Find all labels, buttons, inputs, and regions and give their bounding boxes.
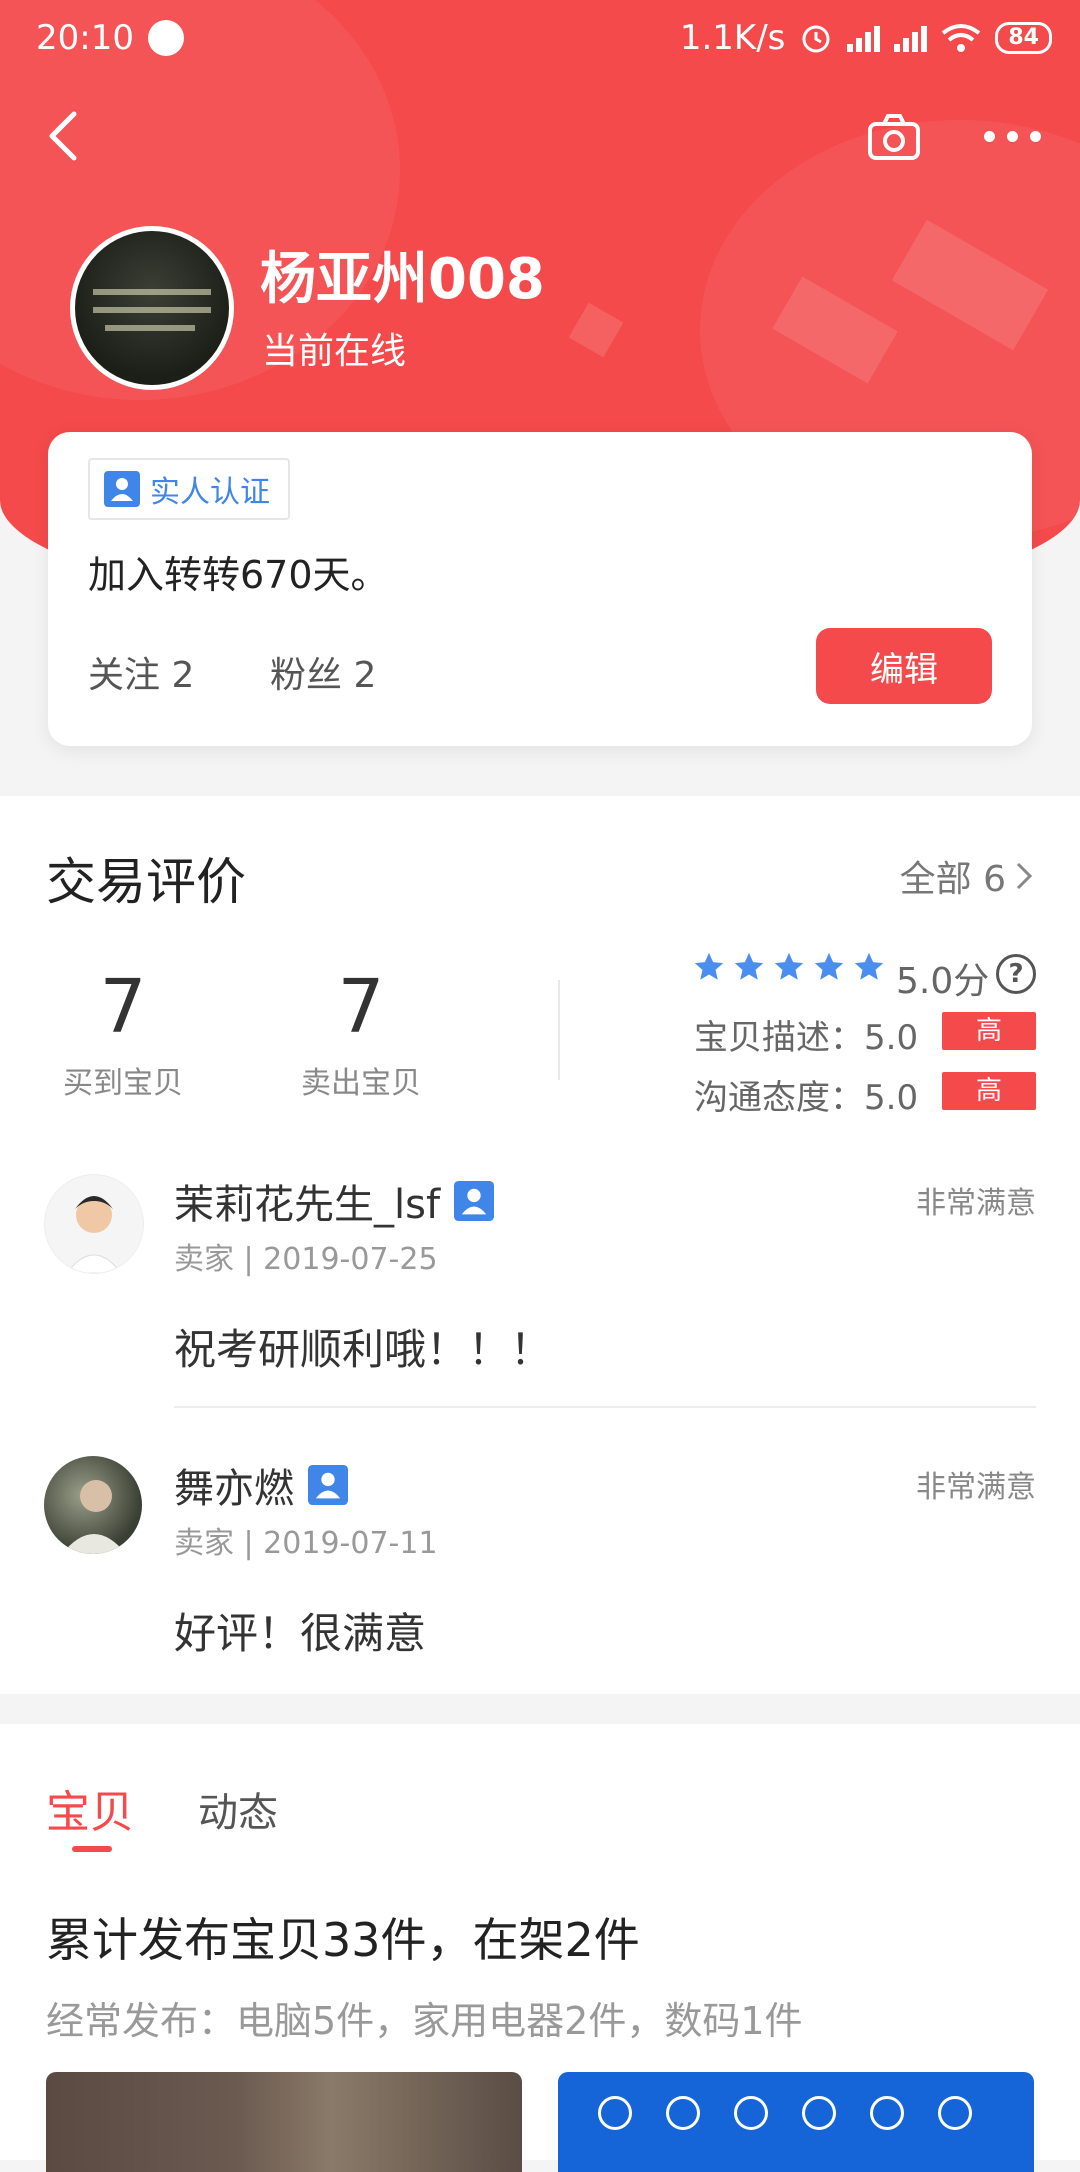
net-speed: 1.1K/s — [679, 18, 786, 58]
reviewer-avatar[interactable] — [44, 1174, 144, 1274]
bought-stat: 7 买到宝贝 — [48, 964, 198, 1102]
sold-stat: 7 卖出宝贝 — [286, 964, 436, 1102]
username: 杨亚州008 — [260, 247, 545, 312]
metric-badge: 高 — [942, 1072, 1036, 1110]
person-verified-icon — [104, 471, 140, 507]
person-verified-icon — [308, 1465, 348, 1505]
active-tab-indicator — [72, 1846, 112, 1852]
back-arrow-icon[interactable] — [40, 106, 90, 166]
sold-count: 7 — [337, 964, 385, 1050]
satisfaction-label: 非常满意 — [916, 1470, 1036, 1505]
online-status: 当前在线 — [262, 331, 407, 372]
metric-description: 宝贝描述：5.0 — [694, 1018, 919, 1058]
tab-activity[interactable]: 动态 — [198, 1780, 278, 1838]
status-time: 20:10 — [36, 18, 134, 58]
review-text: 祝考研顺利哦！！！ — [174, 1325, 553, 1374]
star-icon — [774, 952, 804, 980]
profile-card: 实人认证 加入转转670天。 关注 2 粉丝 2 编辑 — [48, 432, 1032, 746]
sold-label: 卖出宝贝 — [301, 1066, 421, 1101]
divider — [174, 1406, 1036, 1408]
more-options-icon[interactable] — [984, 116, 1050, 156]
following-count[interactable]: 关注 2 — [88, 646, 194, 698]
metric-communication: 沟通态度：5.0 — [694, 1078, 919, 1118]
reviews-section: 交易评价 全部 6 7 买到宝贝 7 卖出宝贝 5.0分 ? 宝贝描述：5.0 … — [0, 796, 1080, 1694]
rating-stars — [692, 950, 886, 984]
chevron-right-icon — [1016, 862, 1033, 890]
top-navigation — [0, 96, 1080, 176]
edit-button[interactable]: 编辑 — [816, 628, 992, 704]
reviewer-name[interactable]: 茉莉花先生_lsf — [174, 1172, 495, 1230]
notification-icon — [148, 20, 184, 56]
signal-icon — [894, 24, 928, 52]
star-icon — [814, 952, 844, 980]
review-text: 好评！很满意 — [174, 1609, 427, 1658]
review-meta: 卖家 | 2019-07-11 — [174, 1526, 438, 1561]
avatar[interactable] — [70, 226, 234, 390]
alarm-icon — [802, 25, 830, 53]
person-verified-icon — [454, 1181, 495, 1221]
battery-indicator: 84 — [995, 22, 1052, 54]
joined-text: 加入转转670天。 — [88, 553, 389, 597]
signal-icon — [847, 24, 881, 52]
reviewer-name-text: 舞亦燃 — [174, 1466, 294, 1512]
bought-count: 7 — [99, 964, 147, 1050]
camera-icon[interactable] — [864, 110, 924, 166]
wifi-icon — [942, 24, 981, 52]
view-all-reviews[interactable]: 全部 6 — [900, 850, 1034, 902]
divider — [558, 980, 560, 1080]
reviewer-name-text: 茉莉花先生_lsf — [174, 1182, 441, 1228]
listing-thumbnail[interactable] — [558, 2072, 1034, 2172]
followers-count[interactable]: 粉丝 2 — [270, 646, 376, 698]
rating-score: 5.0分 — [896, 961, 990, 1002]
star-icon — [854, 952, 884, 980]
help-icon[interactable]: ? — [996, 954, 1036, 994]
tab-items[interactable]: 宝贝 — [46, 1776, 134, 1840]
verification-badge[interactable]: 实人认证 — [88, 458, 290, 520]
reviewer-avatar[interactable] — [44, 1456, 142, 1554]
frequent-categories: 经常发布：电脑5件，家用电器2件，数码1件 — [46, 1999, 803, 2043]
verification-label: 实人认证 — [150, 475, 270, 510]
review-meta: 卖家 | 2019-07-25 — [174, 1242, 438, 1277]
star-icon — [734, 952, 764, 980]
listing-summary: 累计发布宝贝33件，在架2件 — [46, 1913, 640, 1967]
star-icon — [694, 952, 724, 980]
listing-thumbnail[interactable] — [46, 2072, 522, 2172]
section-title: 交易评价 — [46, 853, 246, 911]
metric-badge: 高 — [942, 1012, 1036, 1050]
header-decoration — [568, 302, 624, 358]
satisfaction-label: 非常满意 — [916, 1186, 1036, 1221]
reviewer-name[interactable]: 舞亦燃 — [174, 1456, 348, 1514]
status-bar: 20:10 1.1K/s 84 — [0, 0, 1080, 76]
bought-label: 买到宝贝 — [63, 1066, 183, 1101]
listings-section: 宝贝 动态 累计发布宝贝33件，在架2件 经常发布：电脑5件，家用电器2件，数码… — [0, 1724, 1080, 2172]
view-all-label: 全部 6 — [899, 859, 1006, 900]
